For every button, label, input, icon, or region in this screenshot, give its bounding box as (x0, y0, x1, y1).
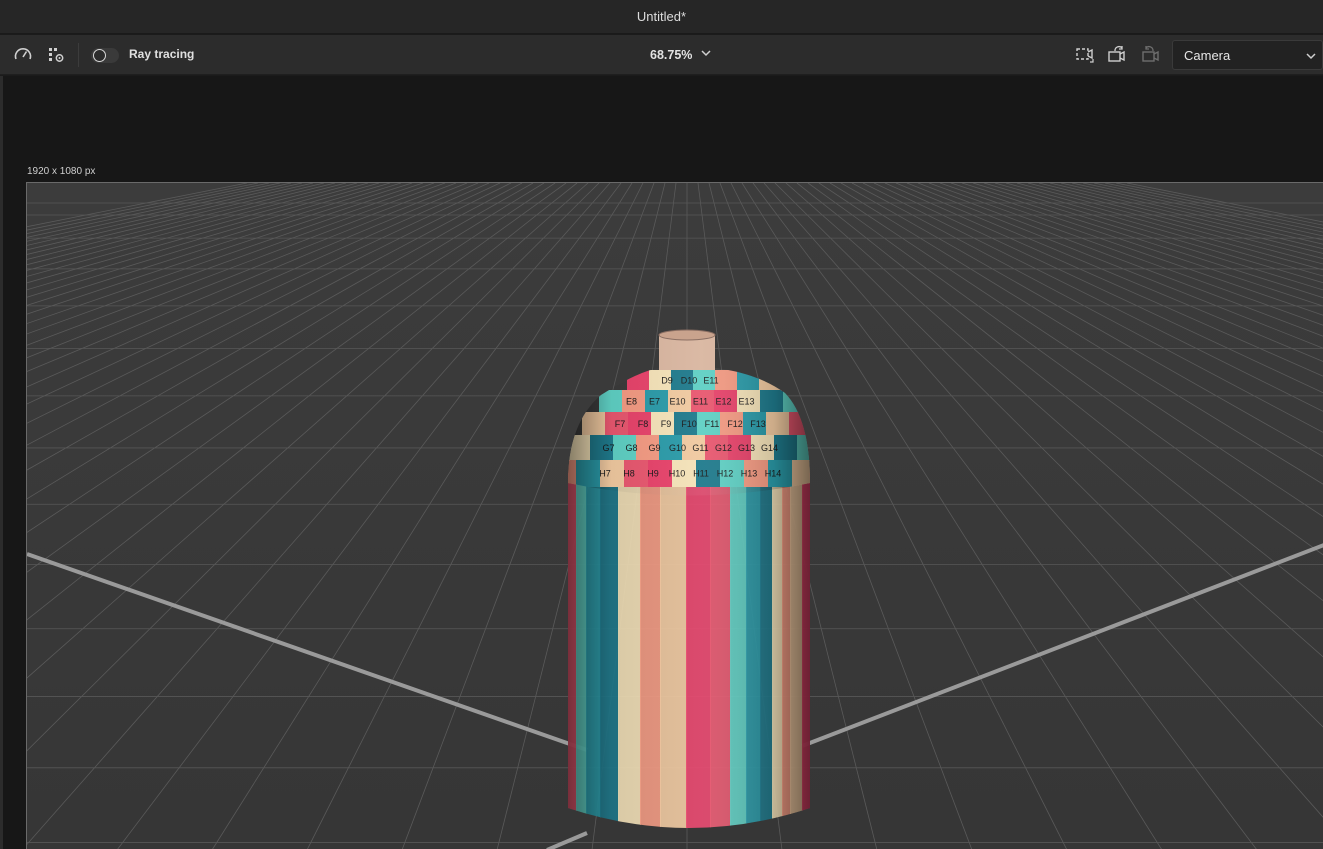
camera-select-value: Camera (1184, 47, 1231, 63)
gauge-icon[interactable] (11, 43, 35, 67)
title-bar: Untitled* (0, 0, 1323, 34)
body-shading (568, 473, 810, 828)
zoom-dropdown[interactable]: 68.75% (650, 43, 730, 67)
canvas-resolution-label: 1920 x 1080 px (27, 166, 96, 177)
toggle-knob (93, 49, 106, 62)
viewport-toolbar: Ray tracing 68.75% Camera (0, 35, 1323, 75)
document-title: Untitled* (636, 9, 687, 24)
zoom-value: 68.75% (650, 48, 693, 62)
ray-tracing-toggle[interactable] (91, 48, 119, 63)
toolbar-divider (78, 43, 79, 67)
chevron-down-icon (700, 46, 712, 64)
camera-select[interactable]: Camera (1172, 40, 1323, 70)
frame-camera-icon[interactable] (1073, 43, 1097, 67)
save-camera-view-icon[interactable] (1105, 43, 1129, 67)
ray-tracing-label: Ray tracing (129, 47, 195, 61)
chevron-down-icon (1304, 49, 1318, 68)
render-canvas[interactable]: D9D10E11E8E7E10E11E12E13F7F8F9F10F11F12F… (26, 182, 1323, 849)
restore-camera-view-icon[interactable] (1139, 43, 1163, 67)
bottle-neck-opening (658, 329, 716, 341)
viewport-scene[interactable]: D9D10E11E8E7E10E11E12E13F7F8F9F10F11F12F… (27, 183, 1323, 849)
render-settings-icon[interactable] (44, 43, 68, 67)
